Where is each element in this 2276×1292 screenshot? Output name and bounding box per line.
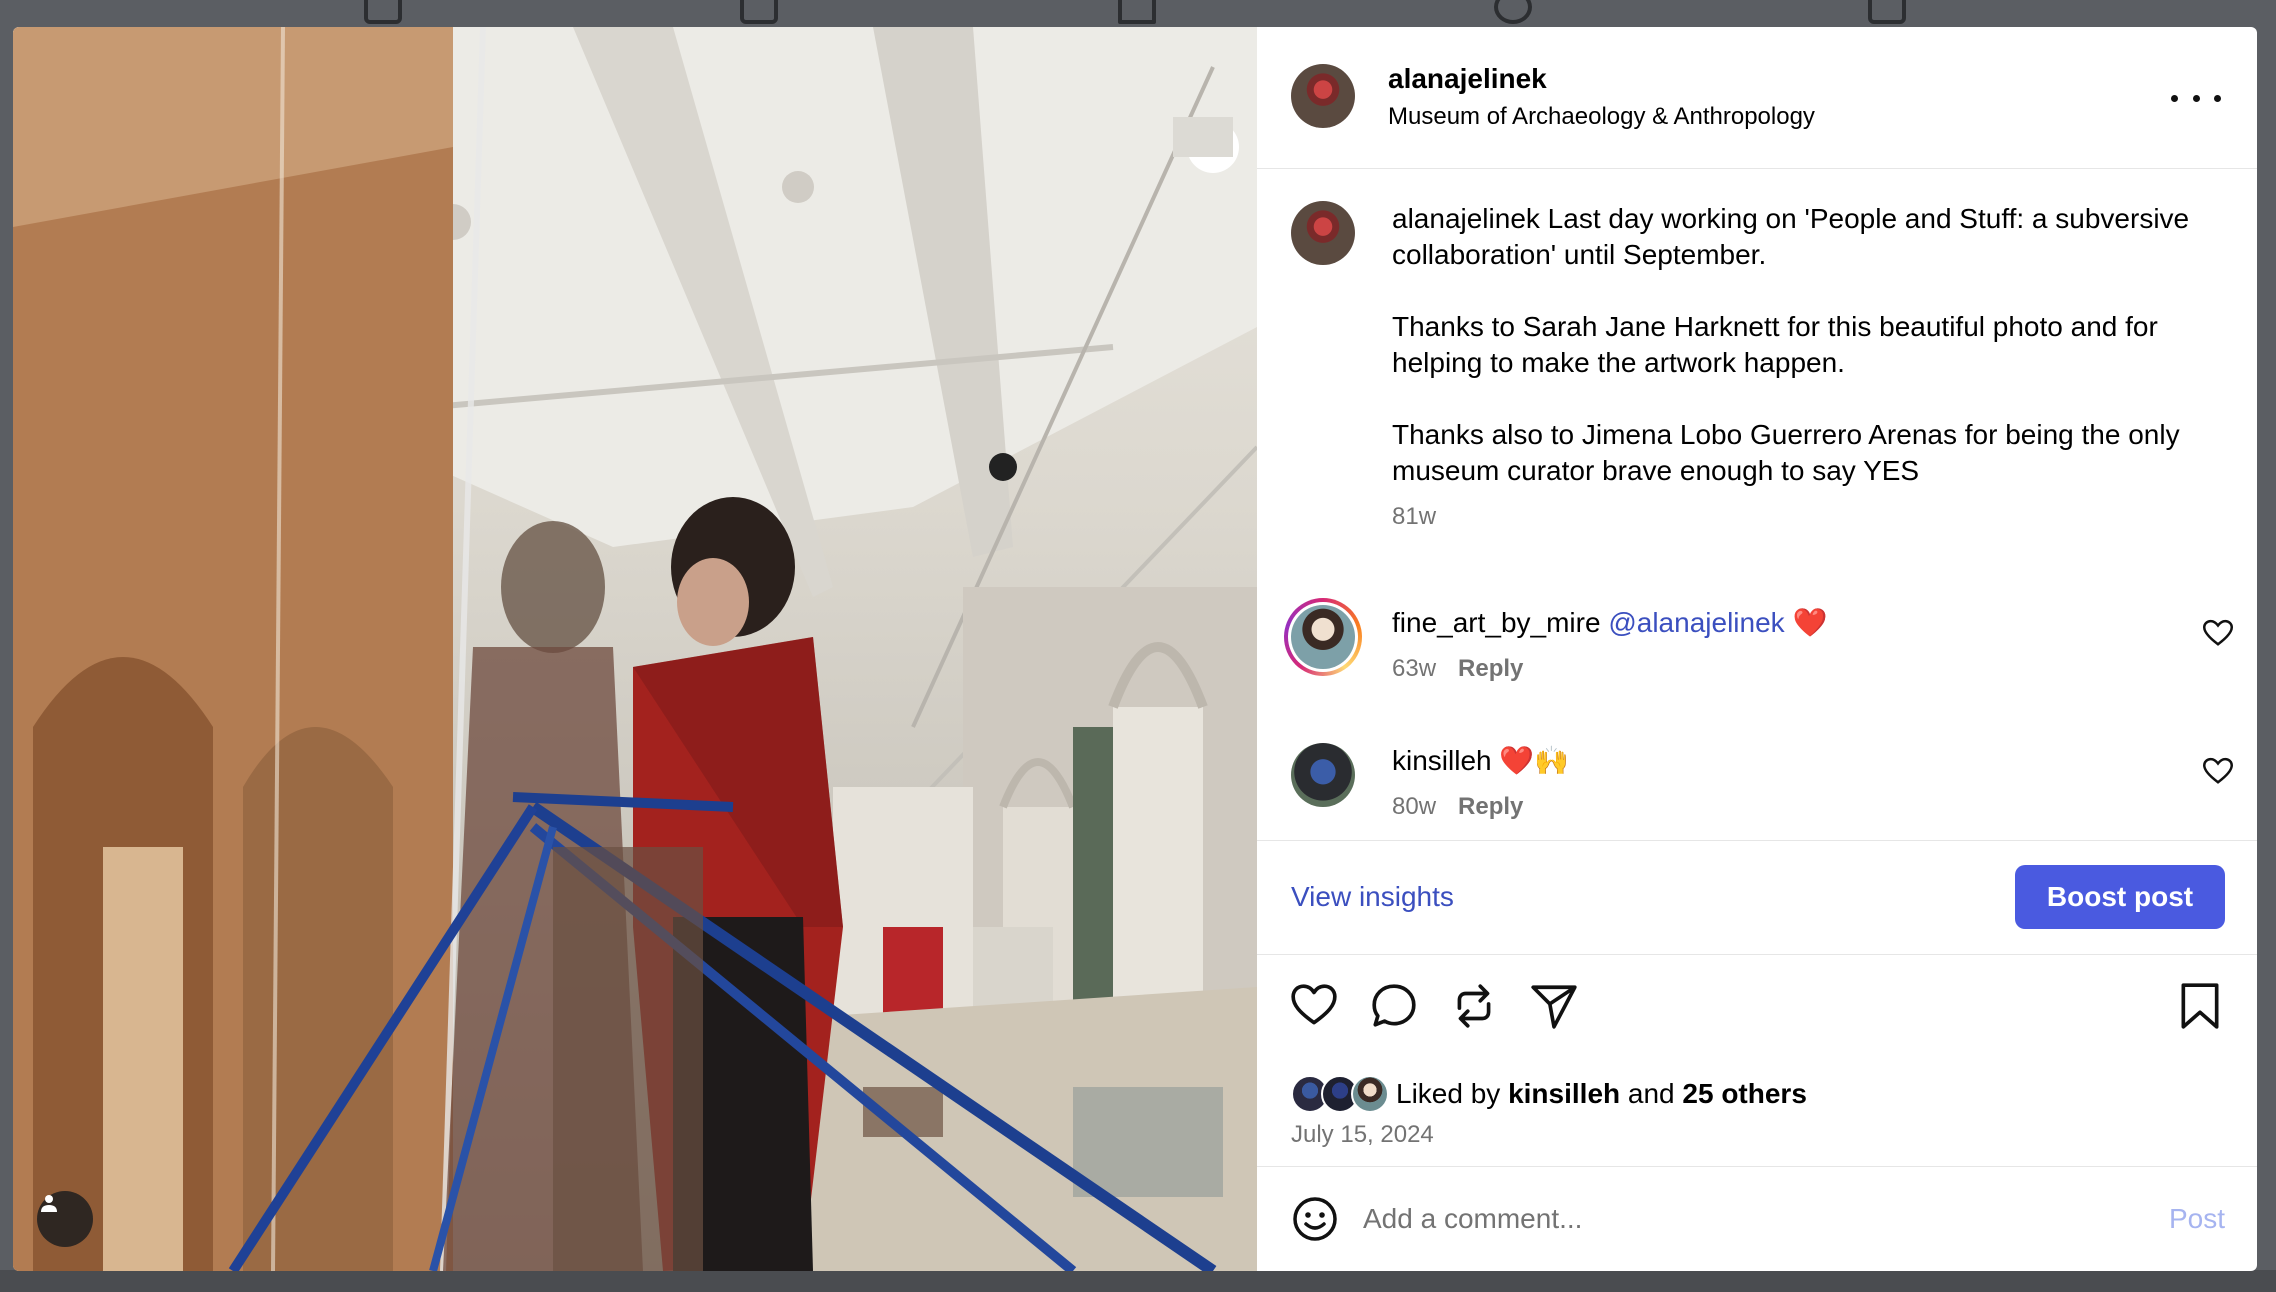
reply-button[interactable]: Reply: [1458, 793, 1523, 820]
liked-by-avatars[interactable]: [1291, 1075, 1391, 1115]
heart-icon[interactable]: [1289, 981, 1339, 1031]
liked-by-prefix: Liked by: [1396, 1078, 1501, 1109]
grid-icon: [364, 0, 402, 24]
comment-meta: 80w Reply: [1392, 793, 1523, 821]
user-tag-icon: [41, 1195, 57, 1212]
post-photo: [13, 27, 1257, 1271]
commenter-username[interactable]: fine_art_by_mire: [1392, 607, 1601, 638]
museum-gallery-image: [13, 27, 1257, 1271]
comment-like-icon[interactable]: [2203, 757, 2233, 785]
reply-button[interactable]: Reply: [1458, 655, 1523, 682]
comment-bubble-icon[interactable]: [1369, 981, 1419, 1031]
post-actions: Liked by kinsilleh and 25 others July 15…: [1257, 955, 2257, 1167]
bookmark-icon[interactable]: [2175, 981, 2225, 1031]
commenter-avatar[interactable]: [1291, 743, 1355, 807]
liker-avatar: [1351, 1075, 1389, 1113]
caption-author[interactable]: alanajelinek: [1392, 203, 1540, 234]
post-caption: alanajelinek Last day working on 'People…: [1392, 201, 2212, 489]
comment-text: fine_art_by_mire @alanajelinek ❤️: [1392, 605, 1827, 641]
comment-text: kinsilleh ❤️🙌: [1392, 743, 1569, 779]
commenter-avatar[interactable]: [1291, 605, 1355, 669]
comment-input[interactable]: [1363, 1191, 2123, 1247]
comment-meta: 63w Reply: [1392, 655, 1523, 683]
comment-emoji: ❤️🙌: [1499, 745, 1570, 776]
user-tag-button[interactable]: [37, 1191, 93, 1247]
add-comment-row: Post: [1257, 1167, 2257, 1271]
liked-by-others[interactable]: 25 others: [1682, 1078, 1807, 1109]
comment-item: fine_art_by_mire @alanajelinek ❤️ 63w Rep…: [1257, 598, 2257, 701]
comment-emoji: ❤️: [1792, 607, 1828, 638]
reposts-icon: [1494, 0, 1532, 24]
background-profile-tabs: [0, 0, 2276, 27]
comment-time: 63w: [1392, 655, 1437, 682]
commenter-username[interactable]: kinsilleh: [1392, 745, 1492, 776]
tagged-icon: [1868, 0, 1906, 24]
liked-by-user[interactable]: kinsilleh: [1508, 1078, 1620, 1109]
caption-time: 81w: [1392, 503, 1437, 530]
reels-icon: [740, 0, 778, 24]
liked-by-and: and: [1627, 1078, 1675, 1109]
comment-like-icon[interactable]: [2203, 619, 2233, 647]
post-side-panel: alanajelinek Museum of Archaeology & Ant…: [1257, 27, 2257, 1271]
view-insights-link[interactable]: View insights: [1291, 881, 1454, 913]
send-icon[interactable]: [1529, 981, 1579, 1031]
post-modal: alanajelinek Museum of Archaeology & Ant…: [13, 27, 2257, 1271]
emoji-icon[interactable]: [1291, 1195, 1339, 1243]
boost-post-button[interactable]: Boost post: [2015, 865, 2225, 929]
background-grid-strip: [0, 1270, 2276, 1292]
insights-row: View insights Boost post: [1257, 841, 2257, 955]
liked-by-text: Liked by kinsilleh and 25 others: [1396, 1075, 1807, 1113]
comment-item: kinsilleh ❤️🙌 80w Reply: [1257, 743, 2257, 839]
post-date: July 15, 2024: [1291, 1121, 1434, 1148]
post-comment-button[interactable]: Post: [2169, 1203, 2225, 1235]
caption-author-avatar[interactable]: [1291, 201, 1355, 265]
caption-paragraph-2: Thanks to Sarah Jane Harknett for this b…: [1392, 311, 2158, 378]
saved-icon: [1118, 0, 1156, 24]
caption-paragraph-3: Thanks also to Jimena Lobo Guerrero Aren…: [1392, 419, 2180, 486]
comment-mention[interactable]: @alanajelinek: [1608, 607, 1784, 638]
comment-time: 80w: [1392, 793, 1437, 820]
repost-icon[interactable]: [1449, 981, 1499, 1031]
comments-section: alanajelinek Last day working on 'People…: [1257, 27, 2257, 841]
